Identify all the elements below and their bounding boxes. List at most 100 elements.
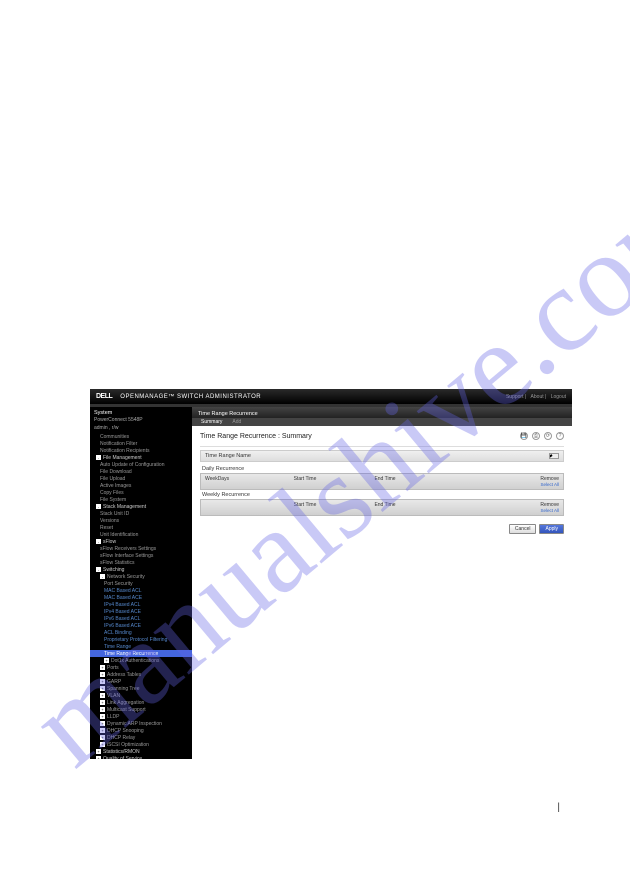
sidebar-item-11[interactable]: Stack Unit ID [90, 510, 192, 517]
sidebar-item-32[interactable]: +Dot1x Authentications [90, 657, 192, 664]
sidebar-item-15[interactable]: -sFlow [90, 538, 192, 545]
col-weekly-blank [205, 502, 265, 514]
sidebar-item-label: Multicast Support [107, 707, 146, 713]
sidebar-item-17[interactable]: sFlow Interface Settings [90, 552, 192, 559]
sidebar-item-label: sFlow [103, 539, 116, 545]
sidebar-item-1[interactable]: Notification Filter [90, 440, 192, 447]
sidebar-item-0[interactable]: Communities [90, 433, 192, 440]
tree-toggle-icon[interactable]: + [96, 756, 101, 760]
tree-toggle-icon[interactable]: + [100, 665, 105, 670]
sidebar-item-label: Copy Files [100, 490, 124, 496]
sidebar-item-34[interactable]: +Address Tables [90, 671, 192, 678]
refresh-icon[interactable]: ⟳ [544, 432, 552, 440]
sidebar-item-43[interactable]: +DHCP Relay [90, 734, 192, 741]
tree-toggle-icon[interactable]: + [104, 658, 109, 663]
sidebar-item-24[interactable]: IPv4 Based ACL [90, 601, 192, 608]
tree-toggle-icon[interactable]: + [100, 672, 105, 677]
sidebar-item-16[interactable]: sFlow Receivers Settings [90, 545, 192, 552]
sidebar-item-10[interactable]: -Stack Management [90, 503, 192, 510]
timerange-select[interactable] [549, 453, 559, 459]
sidebar-item-3[interactable]: -File Management [90, 454, 192, 461]
logout-link[interactable]: Logout [551, 394, 566, 400]
tree-toggle-icon[interactable]: + [100, 700, 105, 705]
sidebar-item-label: Notification Filter [100, 441, 137, 447]
sidebar-item-41[interactable]: +Dynamic ARP Inspection [90, 720, 192, 727]
sidebar-item-22[interactable]: MAC Based ACL [90, 587, 192, 594]
tree-toggle-icon[interactable]: - [96, 455, 101, 460]
sidebar-item-20[interactable]: -Network Security [90, 573, 192, 580]
sidebar-item-7[interactable]: Active Images [90, 482, 192, 489]
sidebar-item-21[interactable]: Port Security [90, 580, 192, 587]
sidebar-item-2[interactable]: Notification Recipients [90, 447, 192, 454]
sidebar-item-27[interactable]: IPv6 Based ACE [90, 622, 192, 629]
sidebar-item-label: Proprietary Protocol Filtering [104, 637, 167, 643]
sidebar-item-46[interactable]: +Quality of Service [90, 755, 192, 759]
sidebar-item-label: Stack Management [103, 504, 146, 510]
apply-button[interactable]: Apply [539, 524, 564, 534]
sidebar-item-33[interactable]: +Ports [90, 664, 192, 671]
weekly-table-header: Start Time End Time Remove Select All [200, 499, 564, 516]
tree-toggle-icon[interactable]: + [100, 721, 105, 726]
button-row: Cancel Apply [200, 524, 564, 534]
sidebar-item-44[interactable]: +iSCSI Optimization [90, 741, 192, 748]
tab-summary[interactable]: Summary [196, 418, 227, 426]
content: Time Range Recurrence Summary Add Time R… [192, 407, 572, 759]
sidebar-item-38[interactable]: +Link Aggregation [90, 699, 192, 706]
tree-toggle-icon[interactable]: + [96, 749, 101, 754]
sidebar-item-12[interactable]: Versions [90, 517, 192, 524]
sidebar-item-label: Address Tables [107, 672, 141, 678]
tree-toggle-icon[interactable]: + [100, 686, 105, 691]
sidebar-item-37[interactable]: +VLAN [90, 692, 192, 699]
sidebar-item-label: sFlow Statistics [100, 560, 134, 566]
tab-add[interactable]: Add [227, 418, 246, 426]
sidebar-item-36[interactable]: +Spanning Tree [90, 685, 192, 692]
daily-select-all[interactable]: Select All [540, 482, 559, 487]
tree-toggle-icon[interactable]: - [100, 574, 105, 579]
sidebar-item-29[interactable]: Proprietary Protocol Filtering [90, 636, 192, 643]
sidebar-item-18[interactable]: sFlow Statistics [90, 559, 192, 566]
content-heading: Time Range Recurrence : Summary [200, 433, 312, 440]
sidebar-item-13[interactable]: Reset [90, 524, 192, 531]
tree-toggle-icon[interactable]: + [100, 728, 105, 733]
tree-toggle-icon[interactable]: + [100, 707, 105, 712]
sidebar-item-23[interactable]: MAC Based ACE [90, 594, 192, 601]
col-weekly-start: Start Time [265, 502, 345, 514]
sidebar-item-4[interactable]: Auto Update of Configuration [90, 461, 192, 468]
sidebar-item-label: Versions [100, 518, 119, 524]
sidebar-item-9[interactable]: File System [90, 496, 192, 503]
sidebar-item-label: VLAN [107, 693, 120, 699]
tree-toggle-icon[interactable]: + [100, 693, 105, 698]
cancel-button[interactable]: Cancel [509, 524, 537, 534]
sidebar-item-8[interactable]: Copy Files [90, 489, 192, 496]
sidebar-item-6[interactable]: File Upload [90, 475, 192, 482]
sidebar-item-39[interactable]: +Multicast Support [90, 706, 192, 713]
print-icon[interactable]: ⎙ [532, 432, 540, 440]
tree-toggle-icon[interactable]: - [96, 539, 101, 544]
tree-toggle-icon[interactable]: - [96, 504, 101, 509]
help-icon[interactable]: ? [556, 432, 564, 440]
about-link[interactable]: About [531, 394, 544, 400]
sidebar-item-45[interactable]: +Statistics/RMON [90, 748, 192, 755]
sidebar-item-26[interactable]: IPv6 Based ACL [90, 615, 192, 622]
toolbar: 💾 ⎙ ⟳ ? [520, 432, 564, 440]
tree-toggle-icon[interactable]: + [100, 742, 105, 747]
tree-toggle-icon[interactable]: + [100, 679, 105, 684]
sidebar-item-30[interactable]: Time Range [90, 643, 192, 650]
save-icon[interactable]: 💾 [520, 432, 528, 440]
sidebar-item-40[interactable]: +LLDP [90, 713, 192, 720]
sidebar-item-5[interactable]: File Download [90, 468, 192, 475]
sidebar-item-35[interactable]: +GARP [90, 678, 192, 685]
sidebar-item-42[interactable]: +DHCP Snooping [90, 727, 192, 734]
sidebar-item-19[interactable]: -Switching [90, 566, 192, 573]
sidebar-item-label: IPv6 Based ACE [104, 623, 141, 629]
tree-toggle-icon[interactable]: - [96, 567, 101, 572]
tree-toggle-icon[interactable]: + [100, 735, 105, 740]
support-link[interactable]: Support [506, 394, 524, 400]
tree-toggle-icon[interactable]: + [100, 714, 105, 719]
weekly-select-all[interactable]: Select All [540, 508, 559, 513]
sidebar-item-31[interactable]: Time Range Recurrence [90, 650, 192, 657]
sidebar-item-28[interactable]: ACL Binding [90, 629, 192, 636]
sidebar-item-25[interactable]: IPv4 Based ACE [90, 608, 192, 615]
sidebar-item-label: DHCP Snooping [107, 728, 144, 734]
sidebar-item-14[interactable]: Unit Identification [90, 531, 192, 538]
